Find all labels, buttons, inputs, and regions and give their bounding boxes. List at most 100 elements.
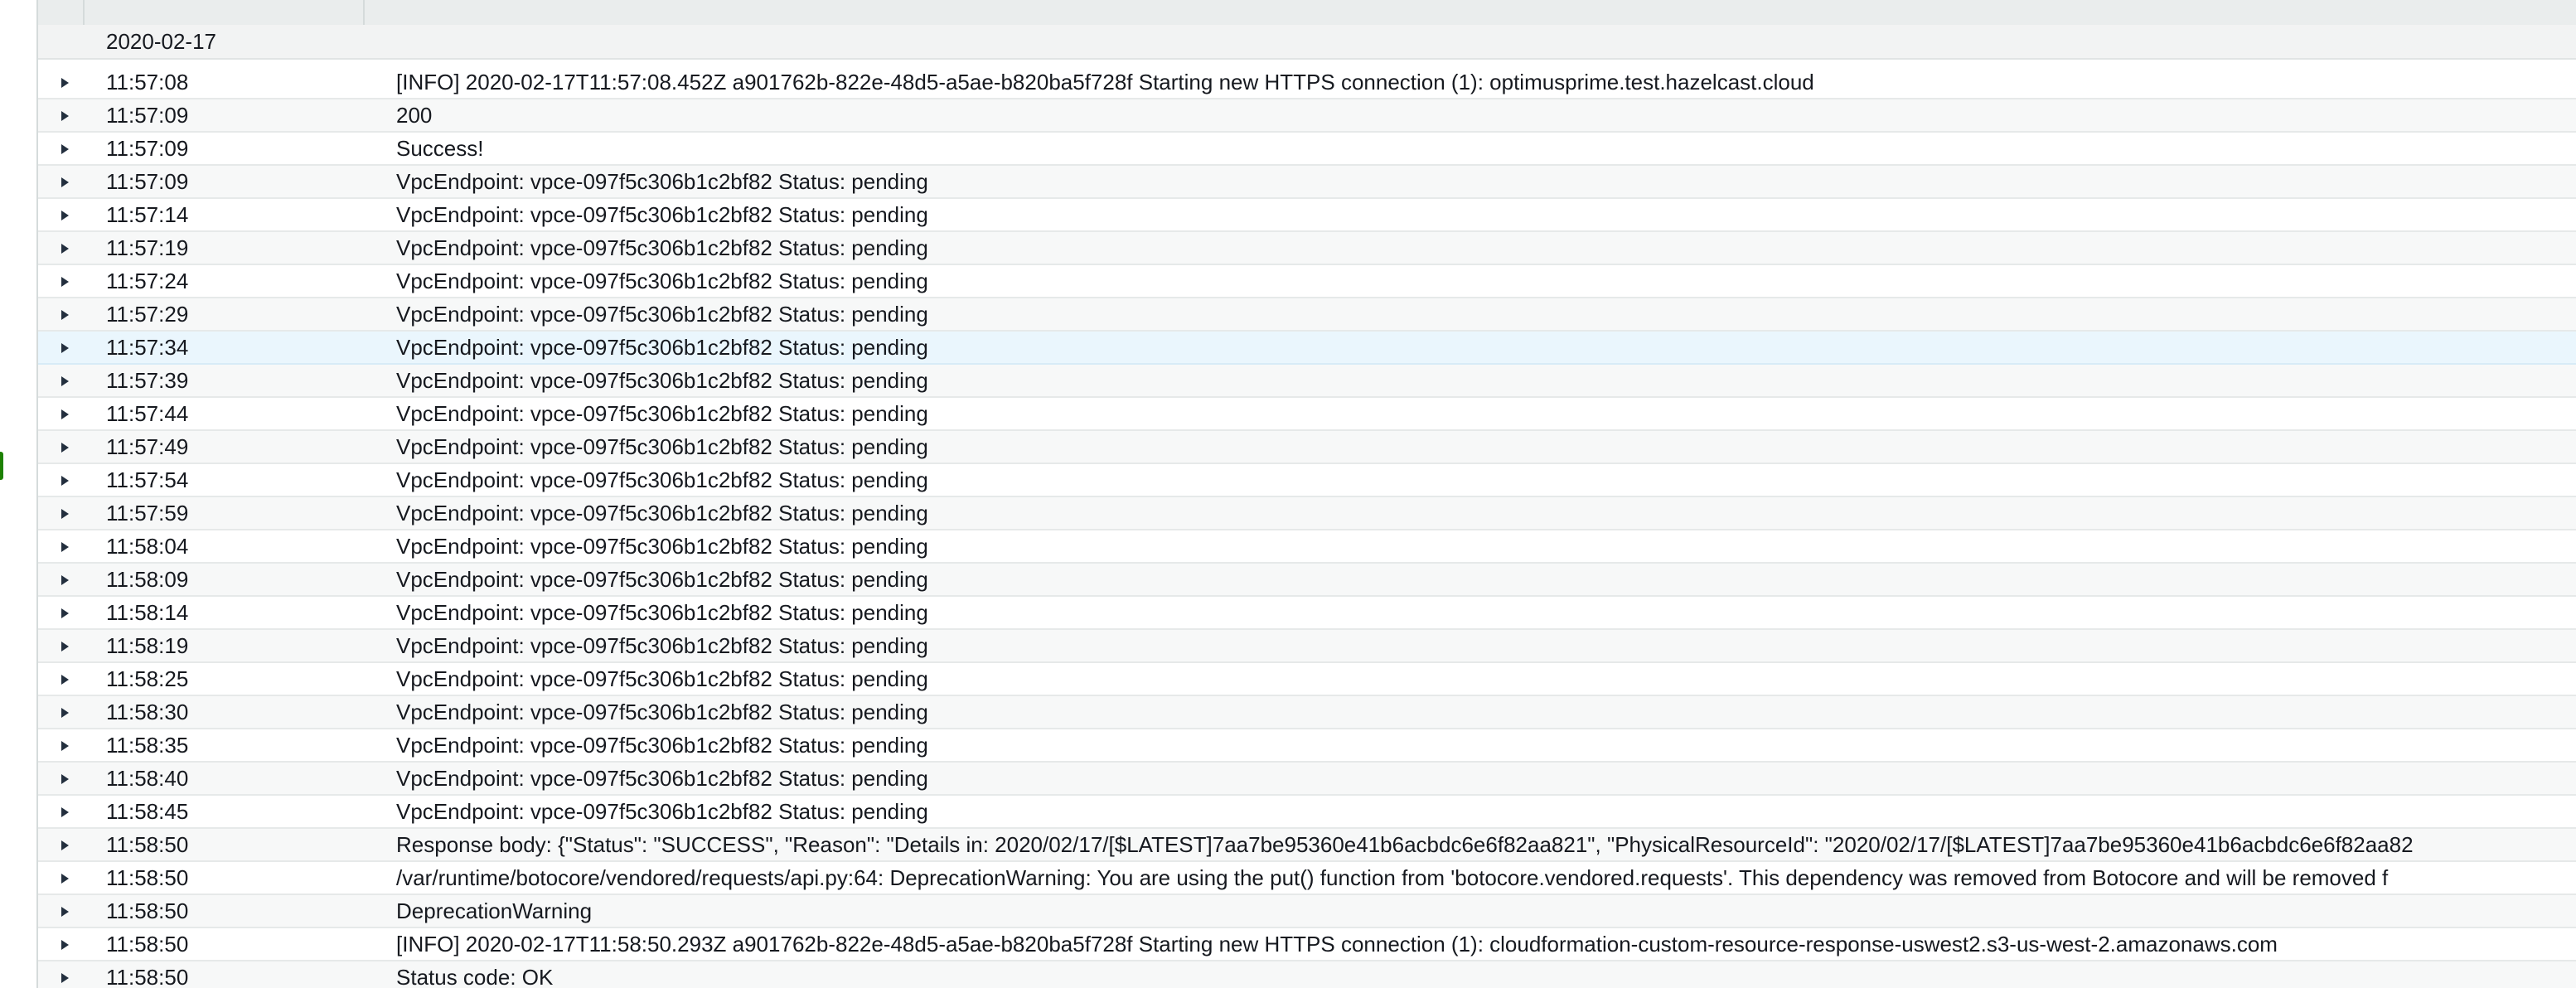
- log-event-time: 11:58:25: [106, 666, 189, 691]
- log-event-time: 11:57:59: [106, 501, 189, 525]
- expand-caret-icon[interactable]: [56, 75, 73, 91]
- log-event-time: 11:58:30: [106, 700, 189, 724]
- expand-caret-icon[interactable]: [56, 307, 73, 323]
- log-event-message: 200: [396, 103, 433, 128]
- log-event-row[interactable]: 11:58:09 VpcEndpoint: vpce-097f5c306b1c2b…: [38, 564, 2576, 597]
- log-event-row[interactable]: 11:58:04 VpcEndpoint: vpce-097f5c306b1c2b…: [38, 530, 2576, 564]
- log-event-row[interactable]: 11:58:35 VpcEndpoint: vpce-097f5c306b1c2b…: [38, 729, 2576, 763]
- expand-caret-icon[interactable]: [56, 804, 73, 821]
- expand-caret-icon[interactable]: [56, 406, 73, 423]
- log-event-time: 11:57:34: [106, 335, 189, 360]
- log-event-time: 11:58:45: [106, 799, 189, 824]
- expand-caret-icon[interactable]: [56, 506, 73, 522]
- expand-caret-icon[interactable]: [56, 903, 73, 920]
- log-event-row[interactable]: 11:57:09 VpcEndpoint: vpce-097f5c306b1c2b…: [38, 166, 2576, 199]
- expand-caret-icon[interactable]: [56, 439, 73, 456]
- log-event-time: 11:57:09: [106, 103, 189, 128]
- log-event-time: 11:57:09: [106, 136, 189, 161]
- log-event-row[interactable]: 11:57:29 VpcEndpoint: vpce-097f5c306b1c2b…: [38, 298, 2576, 332]
- log-event-time: 11:58:40: [106, 766, 189, 791]
- log-event-row[interactable]: 11:57:19 VpcEndpoint: vpce-097f5c306b1c2b…: [38, 232, 2576, 265]
- log-event-time: 11:58:09: [106, 567, 189, 592]
- log-event-time: 11:57:29: [106, 302, 189, 327]
- log-event-row[interactable]: 11:58:50/var/runtime/botocore/vendored/r…: [38, 862, 2576, 895]
- log-event-row[interactable]: 11:58:50 [INFO] 2020-02-17T11:58:50.293Z …: [38, 928, 2576, 961]
- expand-caret-icon[interactable]: [56, 274, 73, 290]
- log-event-time: 11:57:44: [106, 401, 189, 426]
- log-event-message: VpcEndpoint: vpce-097f5c306b1c2bf82 Stat…: [396, 501, 928, 525]
- log-event-time: 11:57:19: [106, 235, 189, 260]
- log-event-message: VpcEndpoint: vpce-097f5c306b1c2bf82 Stat…: [396, 302, 928, 327]
- expand-caret-icon[interactable]: [56, 207, 73, 224]
- expand-caret-icon[interactable]: [56, 738, 73, 754]
- log-event-row[interactable]: 11:57:39 VpcEndpoint: vpce-097f5c306b1c2b…: [38, 365, 2576, 398]
- log-event-message: DeprecationWarning: [396, 898, 593, 923]
- log-event-time: 11:57:54: [106, 467, 189, 492]
- log-event-message: VpcEndpoint: vpce-097f5c306b1c2bf82 Stat…: [396, 434, 928, 459]
- log-event-row[interactable]: 11:57:34 VpcEndpoint: vpce-097f5c306b1c2b…: [38, 332, 2576, 365]
- log-event-message: VpcEndpoint: vpce-097f5c306b1c2bf82 Stat…: [396, 733, 928, 758]
- log-event-message: /var/runtime/botocore/vendored/requests/…: [396, 865, 2389, 890]
- left-gutter: [0, 0, 36, 988]
- expand-caret-icon[interactable]: [56, 970, 73, 986]
- expand-caret-icon[interactable]: [56, 638, 73, 655]
- log-event-row[interactable]: 11:58:50 Status code: OK: [38, 961, 2576, 988]
- log-event-time: 11:57:08: [106, 70, 189, 94]
- expand-caret-icon[interactable]: [56, 870, 73, 887]
- log-event-row[interactable]: 11:57:14 VpcEndpoint: vpce-097f5c306b1c2b…: [38, 199, 2576, 232]
- log-event-time: 11:58:14: [106, 600, 189, 625]
- log-event-message: VpcEndpoint: vpce-097f5c306b1c2bf82 Stat…: [396, 269, 928, 293]
- log-event-message: VpcEndpoint: vpce-097f5c306b1c2bf82 Stat…: [396, 169, 928, 194]
- log-event-row[interactable]: 11:57:44 VpcEndpoint: vpce-097f5c306b1c2b…: [38, 398, 2576, 431]
- log-event-message: VpcEndpoint: vpce-097f5c306b1c2bf82 Stat…: [396, 368, 928, 393]
- expand-caret-icon[interactable]: [56, 837, 73, 854]
- log-event-row[interactable]: 11:57:54 VpcEndpoint: vpce-097f5c306b1c2b…: [38, 464, 2576, 497]
- log-event-message: VpcEndpoint: vpce-097f5c306b1c2bf82 Stat…: [396, 600, 928, 625]
- log-event-time: 11:58:50: [106, 965, 189, 988]
- log-event-row[interactable]: 11:57:59 VpcEndpoint: vpce-097f5c306b1c2b…: [38, 497, 2576, 530]
- log-event-message: [INFO] 2020-02-17T11:58:50.293Z a901762b…: [396, 932, 2278, 957]
- log-event-row[interactable]: 11:57:24 VpcEndpoint: vpce-097f5c306b1c2b…: [38, 265, 2576, 298]
- log-events-panel: 2020-02-17 11:57:08 [INFO] 2020-02-17T11:…: [36, 0, 2576, 988]
- date-group-row: 2020-02-17: [38, 25, 2576, 60]
- log-event-row[interactable]: 11:58:14 VpcEndpoint: vpce-097f5c306b1c2b…: [38, 597, 2576, 630]
- expand-caret-icon[interactable]: [56, 373, 73, 390]
- log-event-time: 11:58:35: [106, 733, 189, 758]
- log-event-message: VpcEndpoint: vpce-097f5c306b1c2bf82 Stat…: [396, 799, 928, 824]
- log-event-row[interactable]: 11:58:30 VpcEndpoint: vpce-097f5c306b1c2b…: [38, 696, 2576, 729]
- log-event-time: 11:58:19: [106, 633, 189, 658]
- log-event-row[interactable]: 11:58:50 DeprecationWarning: [38, 895, 2576, 928]
- log-event-row[interactable]: 11:57:49 VpcEndpoint: vpce-097f5c306b1c2b…: [38, 431, 2576, 464]
- expand-caret-icon[interactable]: [56, 108, 73, 124]
- expand-caret-icon[interactable]: [56, 671, 73, 688]
- expand-caret-icon[interactable]: [56, 141, 73, 157]
- expand-caret-icon[interactable]: [56, 539, 73, 555]
- expand-caret-icon[interactable]: [56, 705, 73, 721]
- log-event-row[interactable]: 11:58:19 VpcEndpoint: vpce-097f5c306b1c2b…: [38, 630, 2576, 663]
- expand-caret-icon[interactable]: [56, 771, 73, 787]
- log-event-row[interactable]: 11:58:50 Response body: {"Status": "SUCCE…: [38, 829, 2576, 862]
- log-event-row[interactable]: 11:57:08 [INFO] 2020-02-17T11:57:08.452Z …: [38, 66, 2576, 99]
- expand-caret-icon[interactable]: [56, 472, 73, 489]
- log-event-time: 11:58:50: [106, 932, 189, 957]
- log-event-message: VpcEndpoint: vpce-097f5c306b1c2bf82 Stat…: [396, 534, 928, 559]
- log-event-row[interactable]: 11:58:45 VpcEndpoint: vpce-097f5c306b1c2b…: [38, 796, 2576, 829]
- time-column-header[interactable]: [85, 0, 365, 25]
- expand-caret-icon[interactable]: [56, 340, 73, 356]
- log-event-row[interactable]: 11:57:09 Success!: [38, 133, 2576, 166]
- log-event-time: 11:57:49: [106, 434, 189, 459]
- log-event-message: VpcEndpoint: vpce-097f5c306b1c2bf82 Stat…: [396, 633, 928, 658]
- log-event-row[interactable]: 11:57:09 200: [38, 99, 2576, 133]
- log-event-time: 11:57:14: [106, 202, 189, 227]
- log-event-row[interactable]: 11:58:40 VpcEndpoint: vpce-097f5c306b1c2b…: [38, 763, 2576, 796]
- expand-caret-icon[interactable]: [56, 605, 73, 622]
- log-event-time: 11:57:24: [106, 269, 189, 293]
- expand-caret-icon[interactable]: [56, 174, 73, 191]
- log-event-message: VpcEndpoint: vpce-097f5c306b1c2bf82 Stat…: [396, 335, 928, 360]
- log-event-message: Response body: {"Status": "SUCCESS", "Re…: [396, 832, 2414, 857]
- expand-column-header: [38, 0, 85, 25]
- expand-caret-icon[interactable]: [56, 572, 73, 588]
- expand-caret-icon[interactable]: [56, 937, 73, 953]
- log-event-row[interactable]: 11:58:25 VpcEndpoint: vpce-097f5c306b1c2b…: [38, 663, 2576, 696]
- expand-caret-icon[interactable]: [56, 240, 73, 257]
